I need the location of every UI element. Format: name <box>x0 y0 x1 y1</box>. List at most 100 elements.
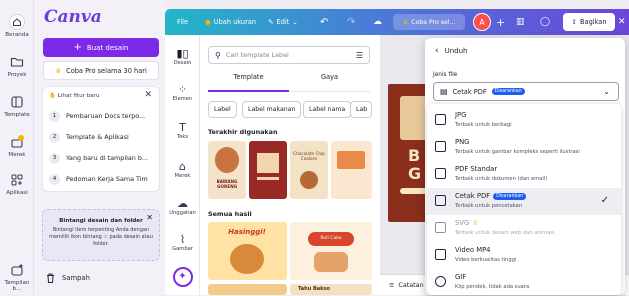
template-panel: ⚲ Cari template Label ☰ Template Gaya La… <box>200 35 380 295</box>
template-tile[interactable] <box>208 284 287 295</box>
tool-elements[interactable]: ⁘ Elemen <box>165 83 200 102</box>
template-tile[interactable]: Hasinggi! <box>208 222 287 280</box>
redo-button[interactable]: ↷ <box>347 9 355 35</box>
brand-icon: ⌂ <box>179 160 186 173</box>
try-pro-button[interactable]: ♛ Coba Pro selama 30 hari <box>43 61 159 80</box>
rail-item-templates[interactable]: Template <box>0 94 34 118</box>
magic-icon: ✦ <box>172 267 193 287</box>
canva-logo[interactable]: Canva <box>44 7 102 27</box>
file-label: File <box>177 18 189 26</box>
file-menu[interactable]: File <box>177 9 188 35</box>
file-type-menu: JPG Terbaik untuk berbagi PNG Terbaik un… <box>427 104 621 295</box>
filter-chip[interactable]: Label nama <box>303 101 352 118</box>
rail-item-brand[interactable]: Merek <box>0 134 34 158</box>
create-design-button[interactable]: + Buat desain <box>43 38 159 57</box>
close-icon[interactable]: ✕ <box>144 90 152 100</box>
tab-underline <box>208 90 289 92</box>
rail-item-projects[interactable]: Proyek <box>0 54 34 78</box>
close-icon[interactable]: ✕ <box>146 213 153 222</box>
filter-chip[interactable]: Label makanan <box>242 101 302 118</box>
tool-brand[interactable]: ⌂ Merek <box>165 160 200 179</box>
brand-icon <box>11 135 24 148</box>
analytics-button[interactable]: ▥ <box>516 9 525 35</box>
crown-icon: ♛ <box>402 18 409 26</box>
avatar[interactable]: A <box>473 13 491 31</box>
file-type-option-gif[interactable]: GIF Klip pendek, tidak ada suara <box>427 269 621 296</box>
rail-item-apps[interactable]: Aplikasi <box>0 172 34 196</box>
tile-text: Hasinggi! <box>228 228 266 236</box>
rail-label: Beranda <box>5 32 29 38</box>
template-tile[interactable]: Roll Cake <box>290 222 372 280</box>
template-tabs: Template Gaya <box>208 73 370 89</box>
cloud-save-button[interactable]: ☁ <box>373 9 382 35</box>
file-type-option-png[interactable]: PNG Terbaik untuk gambar kompleks sepert… <box>427 134 621 161</box>
rail-label: Template <box>4 112 30 118</box>
file-type-option-svg[interactable]: SVG ♛ Terbaik untuk desain web dan animas… <box>427 215 621 242</box>
item-label: Pembaruan Docs terpo... <box>66 112 146 120</box>
undo-button[interactable]: ↶ <box>320 9 328 35</box>
star-tip-description: Bintangi item terpenting Anda dengan mem… <box>49 227 153 247</box>
template-tile[interactable]: Tahu Bakso <box>290 284 372 295</box>
whats-new-item[interactable]: 4 Pedoman Kerja Sama Tim <box>49 170 157 188</box>
chevron-down-icon: ⌄ <box>292 18 298 26</box>
item-number: 1 <box>49 110 60 122</box>
download-title: Unduh <box>444 47 468 55</box>
template-icon <box>11 96 23 108</box>
edit-menu[interactable]: ✎ Edit ⌄ <box>268 9 298 35</box>
star-tip-title: Bintangi desain dan folder <box>59 218 143 224</box>
filter-chip[interactable]: Label <box>208 101 237 118</box>
file-type-option-pdf-standard[interactable]: PDF Standar Terbaik untuk dokumen (dan e… <box>427 161 621 188</box>
close-icon: ✕ <box>618 17 626 27</box>
whats-new-item[interactable]: 3 Yang baru di tampilan b... <box>49 149 157 167</box>
whats-new-card: ✋ Lihat fitur baru ✕ 1 Pembaruan Docs ter… <box>42 86 160 192</box>
template-tile[interactable] <box>331 141 372 199</box>
filter-chip[interactable]: Lab <box>350 101 372 118</box>
tab-template[interactable]: Template <box>208 73 289 81</box>
comment-button[interactable]: ◯ <box>540 9 550 35</box>
notes-label: Catatan <box>398 281 424 289</box>
whats-new-item[interactable]: 2 Template & Aplikasi <box>49 128 157 146</box>
chart-icon: ▥ <box>516 17 525 27</box>
trash-link[interactable]: Sampah <box>46 273 90 283</box>
template-tile[interactable]: Chocolate Chip Cookies <box>290 141 328 199</box>
whats-new-item[interactable]: 1 Pembaruan Docs terpo... <box>49 107 157 125</box>
file-type-option-pdf-print[interactable]: Cetak PDF Disarankan Terbaik untuk pencet… <box>427 188 621 215</box>
option-description: Klip pendek, tidak ada suara <box>455 284 530 290</box>
hand-wave-icon: ✋ <box>49 93 56 99</box>
template-tile[interactable] <box>249 141 287 199</box>
share-button[interactable]: ⇪ Bagikan <box>563 13 615 31</box>
tool-uploads[interactable]: ☁ Unggahan <box>165 197 200 216</box>
document-icon <box>435 168 446 179</box>
option-description: Terbaik untuk pencetakan <box>455 203 523 209</box>
cloud-icon: ☁ <box>373 17 382 27</box>
text-icon: T <box>179 121 186 134</box>
template-search-input[interactable]: ⚲ Cari template Label ☰ <box>208 46 370 64</box>
tool-images[interactable]: ⌇ Gambar <box>165 233 200 252</box>
option-description: Video berkualitas tinggi <box>455 257 517 263</box>
tool-text[interactable]: T Teks <box>165 121 200 140</box>
rail-item-home[interactable]: Beranda <box>0 14 34 38</box>
back-chevron-icon[interactable]: ‹ <box>435 46 439 56</box>
add-collaborator-button[interactable]: + <box>496 9 505 35</box>
notes-button[interactable]: ≡ Catatan <box>389 281 424 289</box>
tab-style[interactable]: Gaya <box>289 73 370 81</box>
tool-label: Gambar <box>172 246 193 252</box>
file-type-option-jpg[interactable]: JPG Terbaik untuk berbagi <box>427 107 621 134</box>
edit-label: Edit <box>276 18 290 26</box>
resize-button[interactable]: ● Ubah ukuran <box>205 9 256 35</box>
comment-icon: ◯ <box>540 17 551 27</box>
try-pro-chip[interactable]: ♛ Coba Pro sel... <box>393 14 465 30</box>
rail-item-display[interactable]: Tampilan b... <box>0 262 34 292</box>
filter-icon[interactable]: ☰ <box>356 51 363 60</box>
download-header: ‹ Unduh <box>435 46 468 56</box>
crown-icon: ♛ <box>472 219 479 227</box>
option-name: Video MP4 <box>455 246 491 254</box>
magic-button[interactable]: ✦ <box>165 267 200 287</box>
close-editor-button[interactable]: ✕ <box>618 9 626 35</box>
option-name: Cetak PDF <box>455 192 491 200</box>
item-label: Template & Aplikasi <box>66 133 129 141</box>
file-type-select[interactable]: ▤ Cetak PDF Disarankan ⌄ <box>433 82 619 101</box>
template-tile[interactable]: BAWANG GORENG <box>208 141 246 199</box>
file-type-option-mp4[interactable]: Video MP4 Video berkualitas tinggi <box>427 242 621 269</box>
tool-design[interactable]: ▮▯ Desain <box>165 47 200 66</box>
